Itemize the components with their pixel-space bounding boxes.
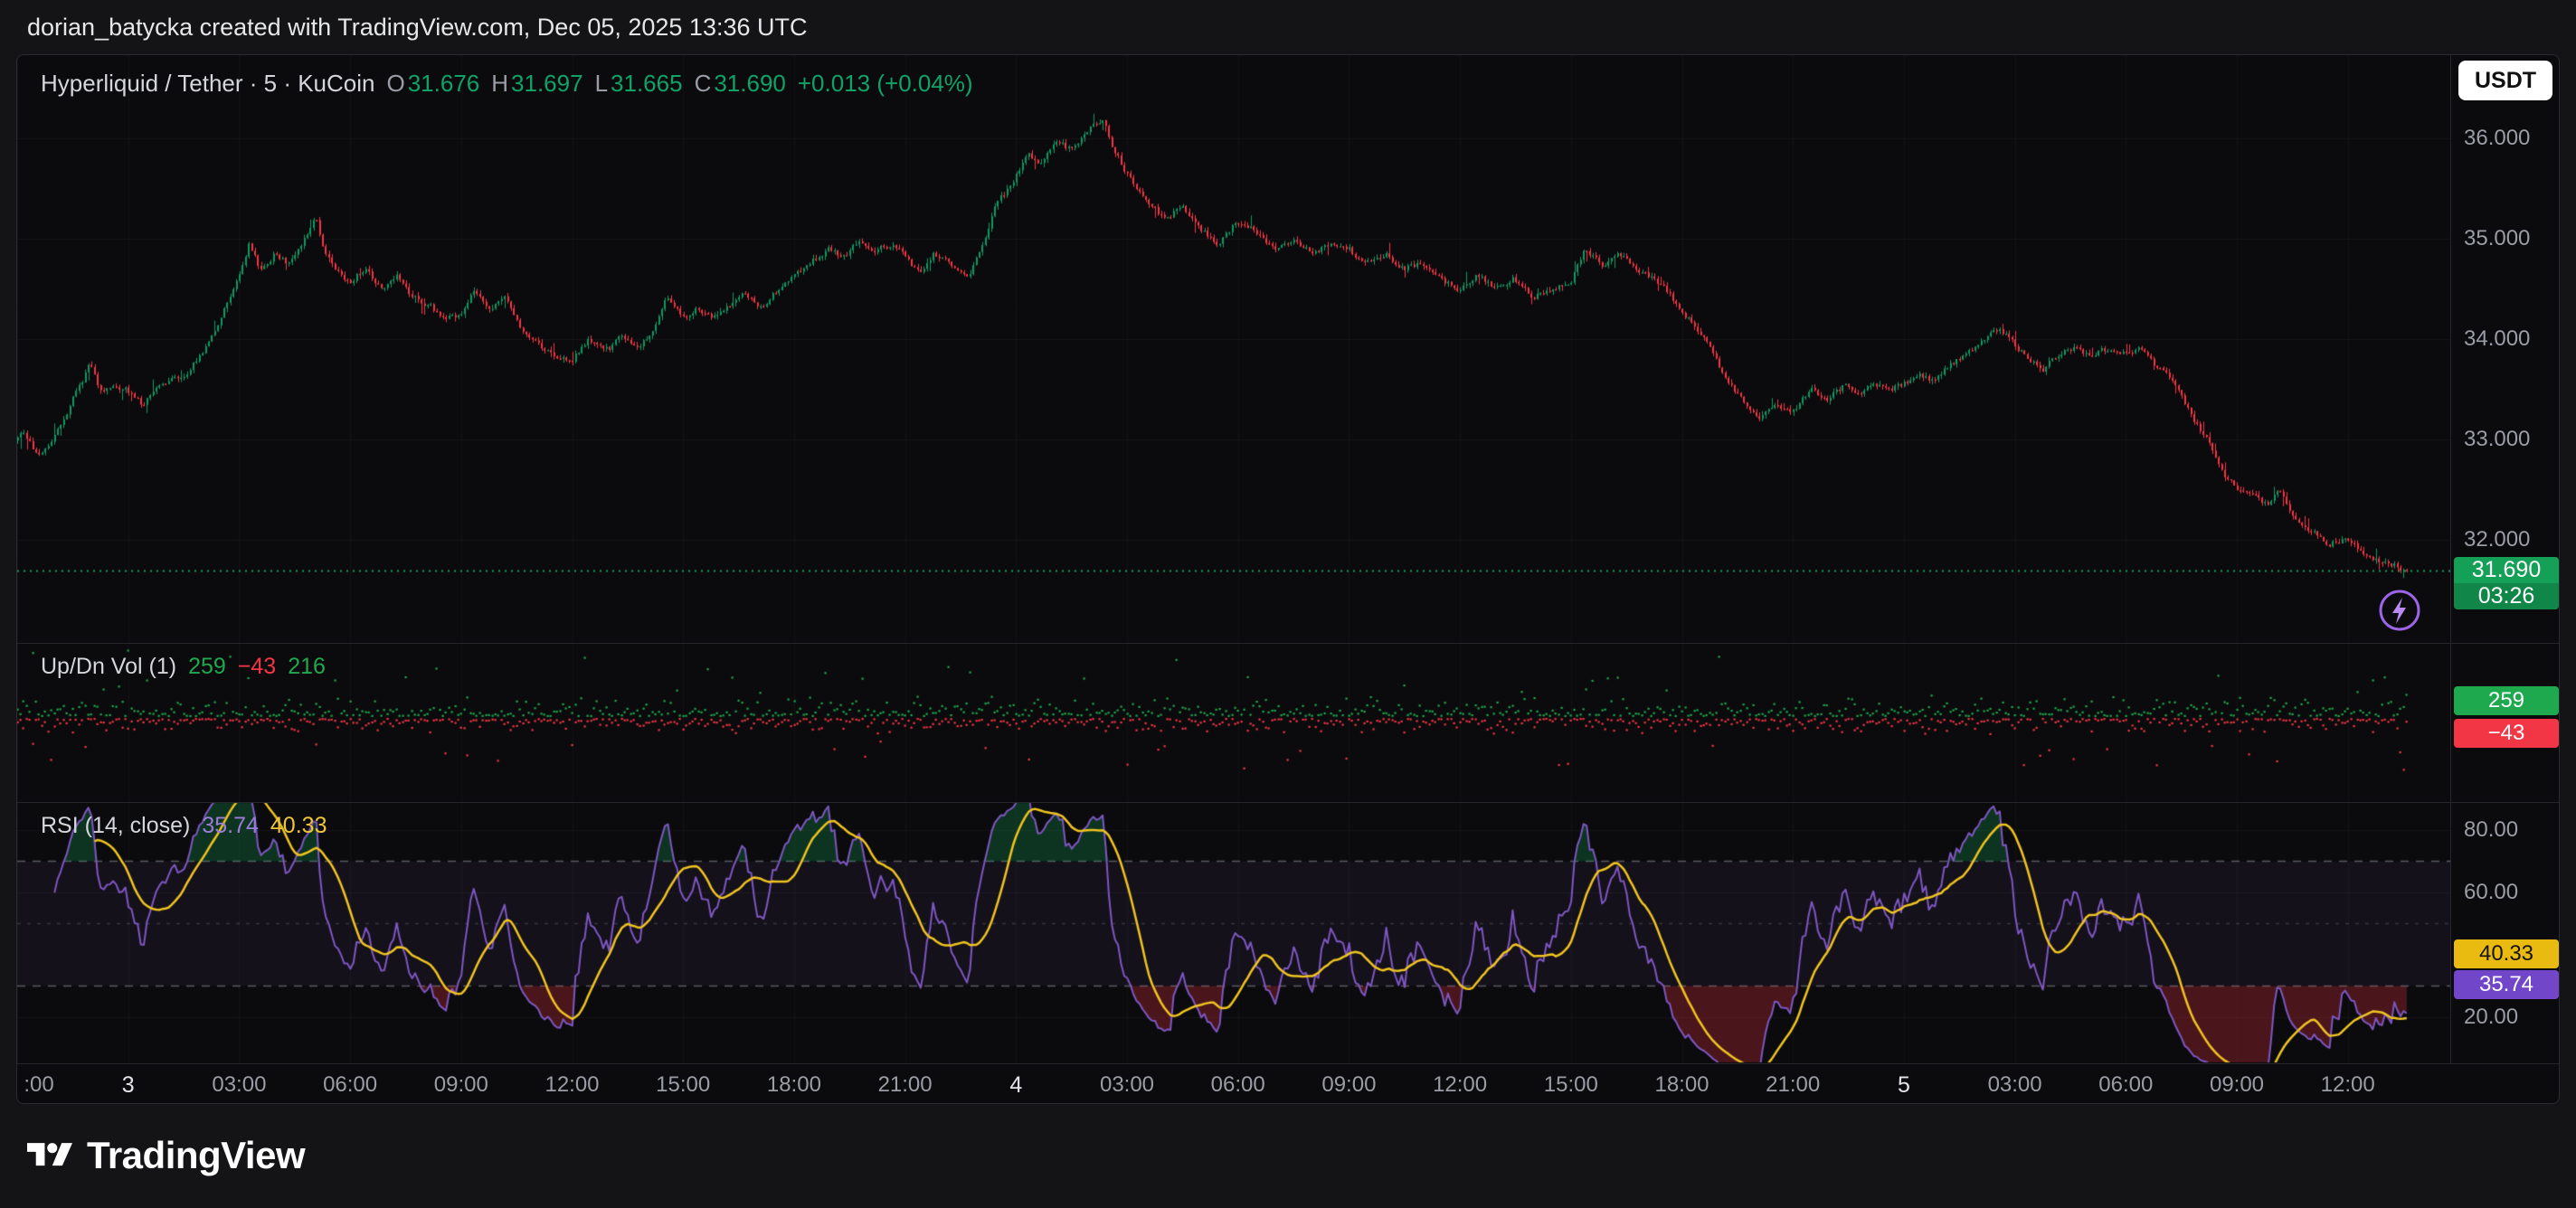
rsi-ma-value: 40.33 <box>270 813 327 839</box>
time-axis-label: 06:00 <box>2098 1072 2153 1098</box>
lightning-icon <box>2377 588 2422 633</box>
price-tick-label: 32.000 <box>2464 527 2530 552</box>
pane-separator[interactable] <box>17 802 2559 803</box>
rsi-legend: RSI (14, close) 35.74 40.33 <box>41 813 327 839</box>
time-axis-label: 15:00 <box>656 1072 710 1098</box>
time-axis-label: 09:00 <box>2210 1072 2264 1098</box>
time-axis-label: 12:00 <box>545 1072 599 1098</box>
time-axis-label: 03:00 <box>212 1072 266 1098</box>
time-axis-label: 18:00 <box>1654 1072 1709 1098</box>
price-axis[interactable]: USDT 31.690 03:26 259 −43 40.33 35.74 36… <box>2450 55 2560 1063</box>
currency-toggle-button[interactable]: USDT <box>2458 61 2552 100</box>
last-price-badge: 31.690 03:26 <box>2454 557 2559 609</box>
snapshot-attribution: dorian_batycka created with TradingView.… <box>27 14 807 42</box>
ohlc-low-value: 31.665 <box>611 70 683 98</box>
symbol-legend: Hyperliquid / Tether · 5 · KuCoin O31.67… <box>41 70 973 98</box>
updn-volume-up-value: 259 <box>188 654 226 680</box>
price-tick-label: 33.000 <box>2464 427 2530 452</box>
time-axis-label: :00 <box>24 1072 53 1098</box>
quick-trade-button[interactable] <box>2377 588 2422 633</box>
price-tick-label: 34.000 <box>2464 326 2530 352</box>
time-axis-label: 03:00 <box>1100 1072 1154 1098</box>
time-axis-label: 06:00 <box>1211 1072 1265 1098</box>
time-axis-label: 09:00 <box>1321 1072 1376 1098</box>
time-axis-label: 18:00 <box>767 1072 821 1098</box>
time-axis-label: 15:00 <box>1544 1072 1598 1098</box>
time-axis-label: 21:00 <box>1766 1072 1820 1098</box>
updn-volume-net-value: 216 <box>288 654 326 680</box>
time-axis[interactable]: :00 3 03:00 06:00 09:00 12:00 15:00 18:00 21:00 4… <box>17 1063 2559 1104</box>
volume-up-badge: 259 <box>2454 686 2559 715</box>
ohlc-open-value: 31.676 <box>408 70 480 98</box>
tradingview-logo-icon <box>27 1137 72 1174</box>
ohlc-close-label: C <box>695 70 712 98</box>
ohlc-high: H31.697 <box>491 70 582 98</box>
rsi-ma-badge: 40.33 <box>2454 939 2559 968</box>
pane-separator[interactable] <box>17 643 2559 644</box>
time-axis-label: 12:00 <box>2321 1072 2375 1098</box>
time-axis-label: 03:00 <box>1988 1072 2042 1098</box>
symbol-title[interactable]: Hyperliquid / Tether · 5 · KuCoin <box>41 70 374 98</box>
chart-panel: Hyperliquid / Tether · 5 · KuCoin O31.67… <box>16 54 2560 1104</box>
tradingview-logo[interactable]: TradingView <box>27 1115 305 1196</box>
price-tick-label: 35.000 <box>2464 226 2530 251</box>
ohlc-high-label: H <box>491 70 508 98</box>
tradingview-wordmark: TradingView <box>87 1134 305 1177</box>
volume-down-badge: −43 <box>2454 719 2559 748</box>
rsi-tick-label: 60.00 <box>2464 880 2518 905</box>
ohlc-close-value: 31.690 <box>714 70 786 98</box>
time-axis-day-label: 5 <box>1898 1072 1910 1099</box>
ohlc-low: L31.665 <box>595 70 683 98</box>
updn-volume-title[interactable]: Up/Dn Vol (1) <box>41 654 176 680</box>
snapshot-header: dorian_batycka created with TradingView.… <box>0 0 2576 54</box>
price-tick-label: 36.000 <box>2464 126 2530 151</box>
bar-countdown: 03:26 <box>2454 583 2559 609</box>
chart-canvas[interactable] <box>17 55 2450 1063</box>
ohlc-close: C31.690 <box>695 70 786 98</box>
rsi-tick-label: 20.00 <box>2464 1005 2518 1030</box>
time-axis-day-label: 3 <box>122 1072 135 1099</box>
time-axis-day-label: 4 <box>1009 1072 1022 1099</box>
time-axis-label: 09:00 <box>434 1072 488 1098</box>
updn-volume-legend: Up/Dn Vol (1) 259 −43 216 <box>41 654 326 680</box>
rsi-tick-label: 80.00 <box>2464 817 2518 843</box>
time-axis-label: 06:00 <box>323 1072 377 1098</box>
rsi-value-badge: 35.74 <box>2454 970 2559 999</box>
footer: TradingView <box>27 1115 305 1196</box>
time-axis-label: 12:00 <box>1433 1072 1487 1098</box>
time-axis-label: 21:00 <box>878 1072 933 1098</box>
last-price-value: 31.690 <box>2454 557 2559 583</box>
ohlc-low-label: L <box>595 70 608 98</box>
ohlc-open-label: O <box>386 70 404 98</box>
rsi-title[interactable]: RSI (14, close) <box>41 813 190 839</box>
ohlc-change: +0.013 (+0.04%) <box>798 70 973 98</box>
updn-volume-down-value: −43 <box>238 654 276 680</box>
ohlc-open: O31.676 <box>386 70 479 98</box>
ohlc-high-value: 31.697 <box>511 70 583 98</box>
rsi-value: 35.74 <box>202 813 259 839</box>
